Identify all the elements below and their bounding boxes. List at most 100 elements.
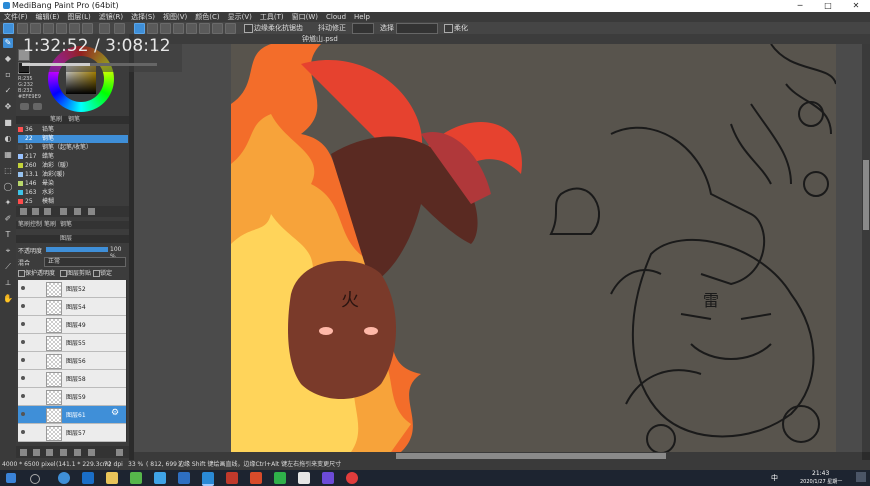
snap-radial-icon[interactable] — [186, 23, 197, 34]
layer-visibility-icon[interactable] — [21, 304, 25, 308]
eyedropper-tool-icon[interactable]: ⟋ — [3, 262, 13, 272]
brush-item[interactable]: 260 油彩（暖） — [18, 162, 128, 170]
menu-tool[interactable]: 工具(T) — [256, 12, 288, 22]
menu-display[interactable]: 显示(V) — [224, 12, 256, 22]
brush-tool-icon[interactable]: ✎ — [3, 38, 13, 48]
lock-checkbox[interactable] — [93, 270, 100, 277]
menu-cloud[interactable]: Cloud — [322, 12, 350, 22]
new-halftone-layer-icon[interactable] — [33, 449, 40, 456]
brush-item[interactable]: 25 模糊 — [18, 198, 128, 206]
stroke-correct-select[interactable] — [352, 23, 374, 34]
redo-icon[interactable] — [114, 23, 125, 34]
text-tool-icon[interactable]: T — [3, 230, 13, 240]
layer-visibility-icon[interactable] — [21, 412, 25, 416]
brush-folder-icon[interactable] — [44, 208, 51, 215]
color-history-icon[interactable] — [33, 103, 42, 110]
minimize-button[interactable]: ─ — [786, 0, 814, 12]
hand-tool-icon[interactable]: ✋ — [3, 294, 13, 304]
merge-down-icon[interactable] — [74, 449, 81, 456]
check-tool-icon[interactable]: ✓ — [3, 86, 13, 96]
layer-row[interactable]: 图层54 — [18, 298, 126, 316]
taskbar-app-wechat-icon[interactable] — [274, 472, 286, 484]
export-icon[interactable] — [69, 23, 80, 34]
drawing-canvas[interactable]: 火 雷 — [231, 44, 836, 452]
layer-settings-icon[interactable] — [88, 449, 95, 456]
operation-tool-icon[interactable]: ⌖ — [3, 246, 13, 256]
select-pen-tool-icon[interactable]: ✐ — [3, 214, 13, 224]
new-layer-icon[interactable] — [20, 449, 27, 456]
brush-item[interactable]: 10 钢笔（起笔/收笔） — [18, 144, 128, 152]
vertical-scroll-thumb[interactable] — [863, 160, 869, 230]
taskbar-time[interactable]: 21:43 — [812, 470, 829, 477]
clip-checkbox[interactable] — [60, 270, 67, 277]
brush-tab[interactable]: 笔刷 — [50, 116, 62, 124]
snap-off-icon[interactable] — [134, 23, 145, 34]
brush-footer-tab[interactable]: 笔刷 — [44, 221, 56, 229]
snap-vanish-icon[interactable] — [173, 23, 184, 34]
menu-help[interactable]: Help — [350, 12, 374, 22]
magic-wand-tool-icon[interactable]: ✦ — [3, 198, 13, 208]
snap-curve-icon[interactable] — [212, 23, 223, 34]
brush-control-tab[interactable]: 笔刷控制 — [18, 221, 42, 229]
opacity-slider[interactable] — [46, 247, 108, 252]
maximize-button[interactable]: □ — [814, 0, 842, 12]
brush-copy-icon[interactable] — [60, 208, 67, 215]
layer-settings-gear-icon[interactable]: ⚙ — [111, 408, 119, 418]
move-tool-icon[interactable]: ✥ — [3, 102, 13, 112]
layer-row[interactable]: 图层61 ⚙ — [18, 406, 126, 424]
horizontal-scroll-thumb[interactable] — [396, 453, 666, 459]
horizontal-scrollbar[interactable] — [134, 452, 862, 460]
undo-icon[interactable] — [99, 23, 110, 34]
open-file-icon[interactable] — [30, 23, 41, 34]
menu-edit[interactable]: 编辑(E) — [32, 12, 64, 22]
layer-row[interactable]: 图层57 — [18, 424, 126, 442]
menu-select[interactable]: 选择(S) — [127, 12, 159, 22]
snap-cross-icon[interactable] — [160, 23, 171, 34]
duplicate-layer-icon[interactable] — [60, 449, 67, 456]
soft-checkbox[interactable] — [444, 24, 453, 33]
taskbar-app-blue-icon[interactable] — [154, 472, 166, 484]
brush-item[interactable]: 13.1 油彩(暖) — [18, 171, 128, 179]
select-tool-icon[interactable]: ⬚ — [3, 166, 13, 176]
taskbar-app-orange-icon[interactable] — [250, 472, 262, 484]
layer-visibility-icon[interactable] — [21, 322, 25, 326]
menu-layer[interactable]: 图层(L) — [63, 12, 94, 22]
taskbar-app-record-icon[interactable] — [346, 472, 358, 484]
layer-visibility-icon[interactable] — [21, 376, 25, 380]
pen-tab[interactable]: 钢笔 — [68, 116, 80, 124]
taskbar-app-photoshop-icon[interactable] — [82, 472, 94, 484]
layer-row[interactable]: 图层56 — [18, 352, 126, 370]
share-icon[interactable] — [82, 23, 93, 34]
antialias-checkbox[interactable] — [244, 24, 253, 33]
gradient-tool-icon[interactable]: ▦ — [3, 150, 13, 160]
start-icon[interactable] — [6, 473, 16, 483]
layer-row[interactable]: 图层58 — [18, 370, 126, 388]
taskbar-app-green-icon[interactable] — [130, 472, 142, 484]
layer-row[interactable]: 图层52 — [18, 280, 126, 298]
snap-circle-icon[interactable] — [199, 23, 210, 34]
brush-add-icon[interactable] — [20, 208, 27, 215]
vertical-scrollbar[interactable] — [862, 44, 870, 452]
eraser-tool-icon[interactable]: ◆ — [3, 54, 13, 64]
layer-visibility-icon[interactable] — [21, 358, 25, 362]
brush-item[interactable]: 36 铅笔 — [18, 126, 128, 134]
layer-visibility-icon[interactable] — [21, 430, 25, 434]
search-icon[interactable] — [30, 474, 40, 484]
brush-item[interactable]: 217 蜡笔 — [18, 153, 128, 161]
taskbar-app-red-icon[interactable] — [226, 472, 238, 484]
save-icon[interactable] — [43, 23, 54, 34]
layer-visibility-icon[interactable] — [21, 340, 25, 344]
fill-tool-icon[interactable]: ◐ — [3, 134, 13, 144]
blend-mode-select[interactable]: 正常 — [44, 257, 126, 267]
close-button[interactable]: ✕ — [842, 0, 870, 12]
taskbar-app-purple-icon[interactable] — [322, 472, 334, 484]
layer-row[interactable]: 图层55 — [18, 334, 126, 352]
divide-tool-icon[interactable]: ⟂ — [3, 278, 13, 288]
pen-footer-tab[interactable]: 钢笔 — [60, 221, 72, 229]
layer-visibility-icon[interactable] — [21, 394, 25, 398]
protect-alpha-checkbox[interactable] — [18, 270, 25, 277]
taskbar-app-white-icon[interactable] — [298, 472, 310, 484]
brush-import-icon[interactable] — [32, 208, 39, 215]
menu-filter[interactable]: 滤镜(R) — [95, 12, 127, 22]
layer-visibility-icon[interactable] — [21, 286, 25, 290]
